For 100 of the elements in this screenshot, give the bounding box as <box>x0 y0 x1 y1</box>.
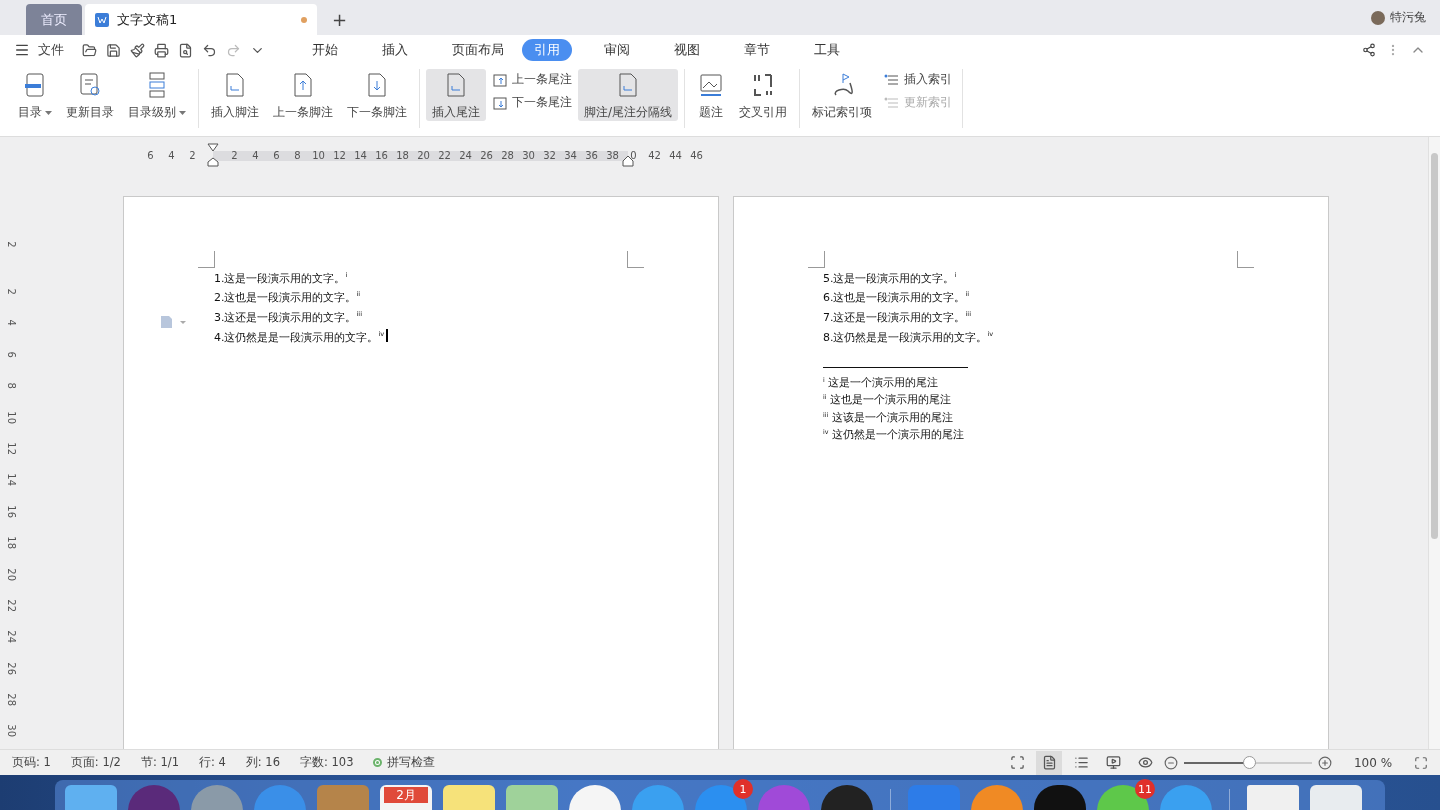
ribbon-tab[interactable]: 页面布局 <box>440 39 516 61</box>
ribbon-button[interactable]: 插入尾注 <box>426 69 486 121</box>
ribbon-button[interactable]: 脚注/尾注分隔线 <box>578 69 679 121</box>
fullscreen-icon[interactable] <box>1414 755 1428 770</box>
user-menu[interactable]: 特污兔 <box>1371 9 1426 26</box>
crop-mark <box>198 251 215 268</box>
status-field: 字数: 103 <box>300 755 354 770</box>
file-menu[interactable]: 文件 <box>38 41 64 59</box>
ruler-number: 44 <box>669 149 682 161</box>
ruler-number: 24 <box>459 149 472 161</box>
ruler-number: 4 <box>168 149 175 161</box>
open-folder-icon[interactable] <box>82 42 97 58</box>
ruler-number: 28 <box>4 693 18 707</box>
body-text: 5.这是一段演示用的文字。$^{i}$ <box>823 270 957 287</box>
ruler-number: 18 <box>396 149 409 161</box>
ruler-number: 28 <box>501 149 514 161</box>
ruler-number: 34 <box>564 149 577 161</box>
ribbon-button[interactable]: 目录 <box>12 69 58 121</box>
status-field: 列: 16 <box>245 755 280 770</box>
calendar-icon[interactable]: 2月 <box>380 785 432 810</box>
ruler-number: 22 <box>4 599 18 612</box>
ribbon-tab[interactable]: 审阅 <box>592 39 642 61</box>
page-view-icon[interactable] <box>1036 750 1062 775</box>
undo-icon[interactable] <box>202 42 217 58</box>
ruler-number: 4 <box>252 149 259 161</box>
ruler-number: 38 <box>606 149 619 161</box>
ribbon-button[interactable]: 交叉引用 <box>733 69 794 121</box>
ruler-number: 14 <box>354 149 367 161</box>
zoom-reading: 100 % <box>1352 755 1394 770</box>
scrollbar-thumb[interactable] <box>1431 153 1438 539</box>
ribbon-small-button[interactable]: 上一条尾注 <box>492 71 572 88</box>
body-text: 1.这是一段演示用的文字。$^{i}$ <box>214 270 348 287</box>
share-icon[interactable] <box>1362 43 1376 57</box>
spell-check-toggle[interactable]: 拼写检查 <box>373 755 436 770</box>
ribbon-button[interactable]: 上一条脚注 <box>267 69 339 121</box>
ruler-number: 8 <box>294 149 301 161</box>
ruler-number: 16 <box>375 149 388 161</box>
print-icon[interactable] <box>154 42 169 58</box>
ruler-number: 26 <box>4 662 18 675</box>
ruler-number: 16 <box>4 505 18 518</box>
ruler-number: 4 <box>4 319 18 327</box>
ruler-number: 46 <box>690 149 703 161</box>
ruler-number: 6 <box>4 351 18 358</box>
body-text: 2.这也是一段演示用的文字。$^{ii}$ <box>214 289 361 307</box>
ruler-number: 30 <box>4 724 18 738</box>
ruler-number: 2 <box>4 241 18 248</box>
notification-badge: 11 <box>1135 779 1155 799</box>
body-text: 4.这仍然是是一段演示用的文字。$^{iv}$ <box>214 328 385 346</box>
ribbon-button[interactable]: 插入脚注 <box>205 69 265 121</box>
zoom-out-icon[interactable] <box>1164 755 1178 770</box>
preview-icon[interactable] <box>178 42 193 58</box>
ruler-number: 20 <box>4 567 18 581</box>
ruler-number: 22 <box>438 149 451 161</box>
endnote-text: $^{iii}$ 这该是一个演示用的尾注 <box>823 409 954 425</box>
status-field: 节: 1/1 <box>140 755 179 770</box>
calendar-month: 2月 <box>384 787 428 803</box>
endnote-text: $^{iv}$ 这仍然是一个演示用的尾注 <box>823 426 965 442</box>
endnote-text: $^{ii}$ 这也是一个演示用的尾注 <box>823 391 952 408</box>
status-field: 页码: 1 <box>12 755 51 770</box>
body-text: 3.这还是一段演示用的文字。$^{iii}$ <box>214 309 362 326</box>
ruler-number: 42 <box>648 149 661 161</box>
menu-icon[interactable] <box>14 42 30 58</box>
indent-marker[interactable] <box>207 143 219 167</box>
ribbon-tab[interactable]: 章节 <box>732 39 782 61</box>
ruler-number: 0 <box>630 149 637 161</box>
ribbon-button[interactable]: 下一条脚注 <box>341 69 413 121</box>
endnote-text: $^{i}$ 这是一个演示用的尾注 <box>823 374 940 390</box>
save-icon[interactable] <box>106 42 121 58</box>
ruler-number: 10 <box>4 410 18 424</box>
status-field: 行: 4 <box>198 755 226 770</box>
ruler-number: 10 <box>312 149 325 161</box>
ruler-number: 30 <box>522 149 535 161</box>
ribbon-tab[interactable]: 开始 <box>300 39 350 61</box>
ribbon-button[interactable]: 标记索引项 <box>806 69 879 121</box>
down-arrow-page-icon <box>492 94 508 111</box>
redo-icon[interactable] <box>226 42 241 58</box>
ruler-number: 20 <box>417 149 430 161</box>
ruler-number: 6 <box>147 149 154 161</box>
brush-icon[interactable] <box>130 42 145 58</box>
ribbon-tab[interactable]: 插入 <box>370 39 420 61</box>
ruler-number: 2 <box>231 149 238 161</box>
ruler-number: 26 <box>480 149 493 161</box>
ribbon-tab[interactable]: 工具 <box>802 39 852 61</box>
ruler-number: 18 <box>4 536 18 550</box>
up-arrow-page-icon <box>492 71 508 88</box>
ruler-number: 12 <box>333 149 346 161</box>
document-tab[interactable]: 文字文稿1 <box>85 4 317 35</box>
ribbon-button[interactable]: 更新目录 <box>60 69 120 121</box>
zoom-in-icon[interactable] <box>1318 755 1332 770</box>
ribbon-button[interactable]: 题注 <box>691 69 732 121</box>
new-tab-button[interactable]: + <box>332 4 348 35</box>
ruler-number: 24 <box>4 630 18 644</box>
ribbon-small-button[interactable]: 下一条尾注 <box>492 94 572 111</box>
ribbon-button[interactable]: 目录级别 <box>122 69 192 121</box>
ribbon-tab[interactable]: 视图 <box>662 39 712 61</box>
ruler-number: 2 <box>189 149 196 161</box>
ruler-number: 6 <box>273 149 280 161</box>
crop-mark <box>627 251 644 268</box>
ribbon-small-button[interactable]: 插入索引 <box>884 71 953 88</box>
ruler-number: 36 <box>585 149 598 161</box>
